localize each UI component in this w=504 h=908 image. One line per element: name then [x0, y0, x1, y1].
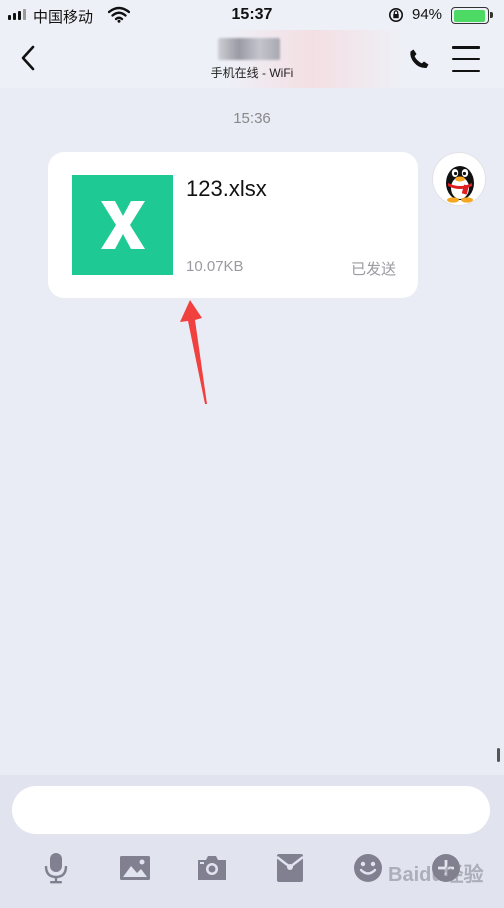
file-size: 10.07KB: [186, 258, 244, 275]
image-icon: [120, 856, 150, 880]
excel-file-icon: [72, 175, 173, 275]
voice-button[interactable]: [36, 848, 76, 888]
send-status: 已发送: [350, 261, 396, 278]
contact-name-blurred: [218, 38, 280, 60]
annotation-arrow-icon: [180, 300, 207, 404]
avatar[interactable]: [432, 152, 486, 206]
message-input[interactable]: [12, 786, 490, 834]
signal-icon: [8, 9, 26, 20]
message-timestamp: 15:36: [233, 110, 271, 127]
scroll-indicator: [497, 748, 500, 762]
watermark: Baidu经验: [388, 864, 484, 886]
red-envelope-button[interactable]: [270, 848, 310, 888]
file-name: 123.xlsx: [186, 176, 267, 201]
menu-icon: [452, 46, 480, 49]
emoji-button[interactable]: [348, 848, 388, 888]
file-message-bubble[interactable]: 123.xlsx 10.07KB 已发送: [48, 152, 418, 298]
phone-icon: [410, 49, 429, 69]
emoji-icon: [354, 854, 382, 882]
phone-call-button[interactable]: [404, 44, 434, 74]
menu-button[interactable]: [452, 46, 480, 72]
orientation-lock-icon: [389, 8, 403, 22]
battery-icon: [451, 7, 493, 24]
qq-penguin-icon: [446, 166, 474, 203]
carrier-name: 中国移动: [33, 9, 94, 26]
nav-bar: 手机在线 - WiFi: [0, 30, 504, 88]
status-bar: 中国移动 15:37 94%: [0, 0, 504, 30]
battery-percent: 94%: [412, 6, 443, 23]
wifi-icon: [108, 6, 130, 23]
image-button[interactable]: [115, 848, 155, 888]
camera-button[interactable]: [192, 848, 232, 888]
camera-icon: [198, 856, 226, 880]
mic-icon: [44, 853, 68, 884]
red-envelope-icon: [276, 854, 304, 882]
input-area: [0, 775, 504, 908]
